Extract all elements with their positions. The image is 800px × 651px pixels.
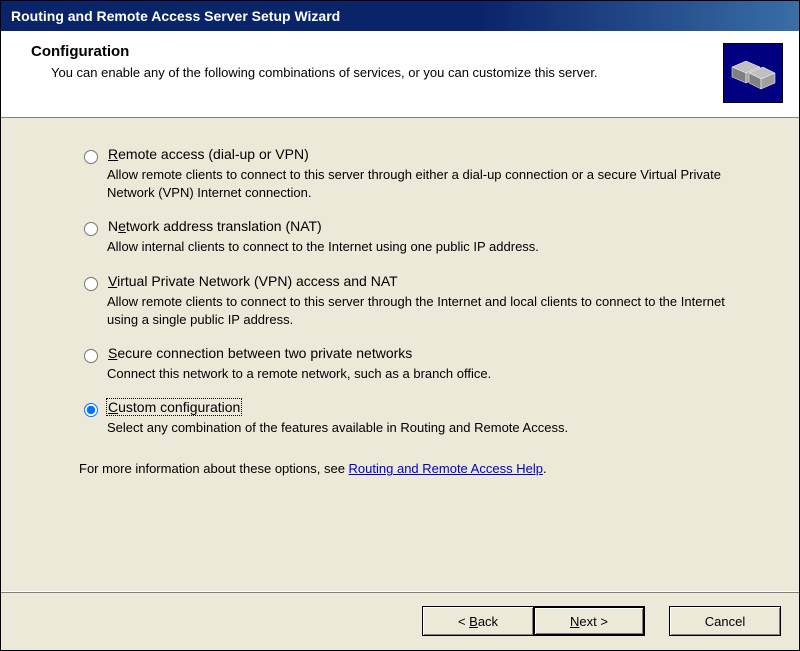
wizard-body: Remote access (dial-up or VPN) Allow rem… bbox=[1, 118, 799, 591]
server-icon bbox=[723, 43, 783, 103]
option-label: Custom configuration bbox=[106, 398, 242, 416]
radio-custom[interactable] bbox=[84, 403, 98, 417]
option-remote-access[interactable]: Remote access (dial-up or VPN) Allow rem… bbox=[79, 146, 751, 202]
option-desc: Allow remote clients to connect to this … bbox=[107, 166, 751, 202]
wizard-header: Configuration You can enable any of the … bbox=[1, 31, 799, 118]
option-nat[interactable]: Network address translation (NAT) Allow … bbox=[79, 218, 751, 256]
option-desc: Select any combination of the features a… bbox=[107, 419, 751, 437]
titlebar: Routing and Remote Access Server Setup W… bbox=[1, 1, 799, 31]
window-title: Routing and Remote Access Server Setup W… bbox=[11, 8, 340, 24]
option-label: Virtual Private Network (VPN) access and… bbox=[107, 273, 399, 289]
wizard-window: Routing and Remote Access Server Setup W… bbox=[0, 0, 800, 651]
option-label: Network address translation (NAT) bbox=[107, 218, 323, 234]
back-button[interactable]: < Back bbox=[422, 606, 534, 636]
option-custom[interactable]: Custom configuration Select any combinat… bbox=[79, 399, 751, 437]
radio-vpn-nat[interactable] bbox=[84, 277, 98, 291]
option-vpn-nat[interactable]: Virtual Private Network (VPN) access and… bbox=[79, 273, 751, 329]
info-text: For more information about these options… bbox=[79, 461, 751, 476]
next-button[interactable]: Next > bbox=[533, 606, 645, 636]
wizard-footer: < Back Next > Cancel bbox=[1, 591, 799, 650]
option-secure-connection[interactable]: Secure connection between two private ne… bbox=[79, 345, 751, 383]
cancel-button[interactable]: Cancel bbox=[669, 606, 781, 636]
option-label: Remote access (dial-up or VPN) bbox=[107, 146, 310, 162]
page-subtitle: You can enable any of the following comb… bbox=[31, 64, 711, 82]
radio-secure-connection[interactable] bbox=[84, 349, 98, 363]
radio-remote-access[interactable] bbox=[84, 150, 98, 164]
option-desc: Connect this network to a remote network… bbox=[107, 365, 751, 383]
radio-nat[interactable] bbox=[84, 222, 98, 236]
option-desc: Allow remote clients to connect to this … bbox=[107, 293, 751, 329]
option-label: Secure connection between two private ne… bbox=[107, 345, 413, 361]
page-title: Configuration bbox=[31, 43, 711, 60]
help-link[interactable]: Routing and Remote Access Help bbox=[349, 461, 543, 476]
option-desc: Allow internal clients to connect to the… bbox=[107, 238, 751, 256]
